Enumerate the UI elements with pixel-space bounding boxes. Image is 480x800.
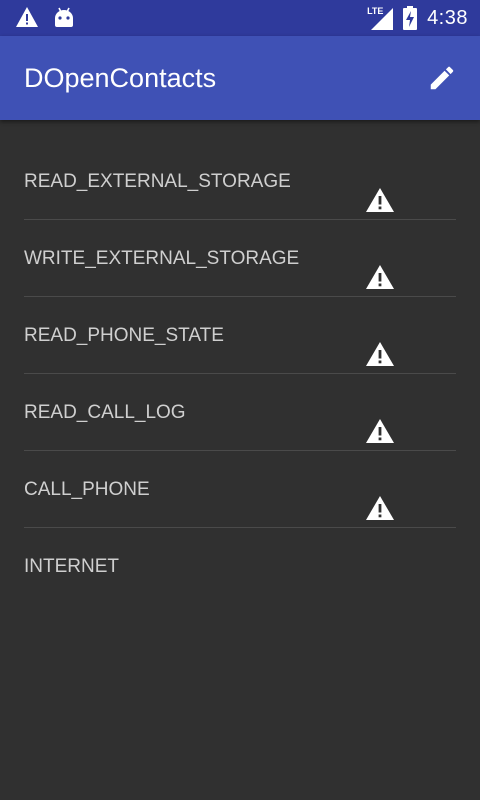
permission-row-read-phone-state[interactable]: READ_PHONE_STATE	[24, 297, 456, 374]
permission-label: READ_PHONE_STATE	[24, 325, 224, 346]
permission-row-read-external-storage[interactable]: READ_EXTERNAL_STORAGE	[24, 143, 456, 220]
permission-list: READ_EXTERNAL_STORAGE WRITE_EXTERNAL_STO…	[24, 143, 456, 604]
edit-icon	[430, 66, 454, 90]
status-left-icons	[14, 6, 74, 28]
warning-icon	[366, 188, 394, 212]
android-icon	[55, 7, 73, 27]
warning-icon	[366, 342, 394, 366]
status-time: 4:38	[427, 6, 468, 29]
permission-row-write-external-storage[interactable]: WRITE_EXTERNAL_STORAGE	[24, 220, 456, 297]
warning-icon	[16, 7, 38, 27]
permission-label: READ_EXTERNAL_STORAGE	[24, 171, 291, 192]
status-right-icons: LTE 4:38	[367, 0, 468, 36]
signal-icon	[371, 8, 394, 30]
permission-row-call-phone[interactable]: CALL_PHONE	[24, 451, 456, 528]
warning-icon	[366, 265, 394, 289]
edit-button[interactable]	[422, 58, 462, 98]
warning-icon	[366, 419, 394, 443]
warning-icon	[366, 496, 394, 520]
app-bar: DOpenContacts	[0, 36, 480, 120]
status-bar: LTE 4:38	[0, 0, 480, 36]
permission-row-read-call-log[interactable]: READ_CALL_LOG	[24, 374, 456, 451]
permission-row-internet[interactable]: INTERNET	[24, 528, 456, 604]
network-indicator: LTE	[367, 6, 394, 30]
permission-label: READ_CALL_LOG	[24, 402, 186, 423]
permission-label: CALL_PHONE	[24, 479, 150, 500]
permission-label: INTERNET	[24, 556, 119, 577]
permission-label: WRITE_EXTERNAL_STORAGE	[24, 248, 300, 269]
battery-charging-icon	[403, 6, 418, 30]
app-title: DOpenContacts	[24, 63, 217, 93]
